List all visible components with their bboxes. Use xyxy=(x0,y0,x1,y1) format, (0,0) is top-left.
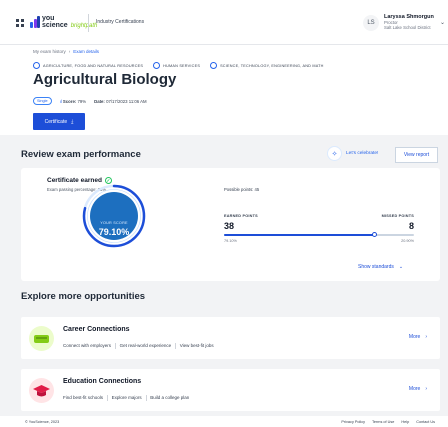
show-standards-button[interactable]: Show standards ⌄ xyxy=(358,264,403,270)
date-label: Date: xyxy=(94,98,105,104)
breadcrumb-current[interactable]: Exam details xyxy=(73,49,99,54)
career-clusters: AGRICULTURE, FOOD AND NATURAL RESOURCES … xyxy=(33,62,324,69)
certificate-button-label: Certificate xyxy=(44,118,68,125)
top-bar: you science brightpath Industry Certific… xyxy=(0,0,448,45)
breadcrumb-separator-icon: › xyxy=(68,49,71,54)
score-gauge xyxy=(82,184,146,248)
user-menu[interactable]: Laryssa Shmorgun Proctor Salt Lake Schoo… xyxy=(384,14,434,30)
link-divider xyxy=(175,343,176,349)
earned-points-value: 38 xyxy=(224,221,235,231)
footer-links: Privacy Policy Terms of Use Help Contact… xyxy=(341,420,435,424)
link-divider xyxy=(115,343,116,349)
handshake-icon-graphic xyxy=(29,326,54,351)
logo-word2: science xyxy=(42,22,68,29)
people-icon xyxy=(153,62,161,69)
chart-icon: ıl xyxy=(59,98,62,104)
earned-percent: 79.10% xyxy=(224,239,237,243)
points-bar-fill xyxy=(224,234,375,236)
celebrate-label: Let's celebrate! xyxy=(346,151,379,156)
missed-points-label: MISSED POINTS xyxy=(381,214,414,218)
card-link[interactable]: Find best-fit schools xyxy=(63,395,103,401)
possible-points: Possible points: 45 xyxy=(224,187,260,192)
chevron-down-icon[interactable]: ⌄ xyxy=(440,19,445,26)
certificate-button[interactable]: Certificate ⤓ xyxy=(33,113,85,130)
earned-points-label: EARNED POINTS xyxy=(224,214,258,218)
card-link[interactable]: View best-fit jobs xyxy=(180,343,214,349)
cluster-tag: AGRICULTURE, FOOD AND NATURAL RESOURCES xyxy=(33,62,143,69)
score-meta: ıl Score: 79% xyxy=(60,99,87,104)
privacy-link[interactable]: Privacy Policy xyxy=(341,420,365,424)
cluster-label: AGRICULTURE, FOOD AND NATURAL RESOURCES xyxy=(43,63,144,68)
score-value: 79% xyxy=(77,98,87,104)
card-link[interactable]: Explore majors xyxy=(112,395,142,401)
copyright: © YouScience, 2023 xyxy=(25,420,60,424)
date-value: 07/17/2023 11:06 AM xyxy=(106,98,147,104)
certificate-earned: Certificate earned ✓ xyxy=(47,177,112,184)
explore-title: Explore more opportunities xyxy=(21,291,146,302)
leaf-icon xyxy=(33,62,40,69)
breadcrumb: My exam history › Exam details xyxy=(33,49,99,54)
more-button[interactable]: More › xyxy=(409,334,427,340)
cert-earned-label: Certificate earned xyxy=(47,177,102,184)
avatar[interactable]: LS xyxy=(363,15,379,31)
contact-link[interactable]: Contact Us xyxy=(416,420,435,424)
cluster-tag: HUMAN SERVICES xyxy=(153,62,200,69)
points-bar xyxy=(224,232,414,237)
cluster-label: SCIENCE, TECHNOLOGY, ENGINEERING, AND MA… xyxy=(220,63,324,68)
cluster-label: HUMAN SERVICES xyxy=(163,63,201,68)
chevron-down-icon: ⌄ xyxy=(398,264,404,270)
chevron-right-icon: › xyxy=(425,386,427,392)
score-value-big: 79.10% xyxy=(98,227,130,237)
card-links: Find best-fit schools Explore majors Bui… xyxy=(63,395,189,401)
logo-mark-icon xyxy=(30,16,40,28)
missed-points-value: 8 xyxy=(408,221,414,231)
cluster-tag: SCIENCE, TECHNOLOGY, ENGINEERING, AND MA… xyxy=(210,62,324,69)
breadcrumb-root[interactable]: My exam history xyxy=(33,49,66,54)
missed-percent: 20.90% xyxy=(401,239,414,243)
performance-card: Certificate earned ✓ Exam passing percen… xyxy=(21,168,440,281)
card-links: Connect with employers Get real-world ex… xyxy=(63,343,214,349)
logo-text: you science xyxy=(42,15,68,29)
check-circle-icon: ✓ xyxy=(104,177,112,184)
terms-link[interactable]: Terms of Use xyxy=(372,420,394,424)
more-label: More xyxy=(408,386,421,392)
more-label: More xyxy=(408,334,421,340)
exam-meta: Single ıl Score: 79% Date: 07/17/2023 11… xyxy=(33,97,147,105)
user-org: Salt Lake School District xyxy=(384,25,431,30)
attempt-badge: Single xyxy=(33,97,52,105)
header-divider xyxy=(88,14,89,32)
handshake-icon xyxy=(29,326,54,351)
card-title: Career Connections xyxy=(63,326,130,333)
logo-sub: brightpath xyxy=(70,23,98,29)
party-icon: ✧ xyxy=(327,146,342,161)
chevron-right-icon: › xyxy=(425,334,427,340)
graduation-cap-icon-graphic xyxy=(29,378,54,403)
date-meta: Date: 07/17/2023 11:06 AM xyxy=(94,99,147,104)
product-title: Industry Certifications xyxy=(96,19,145,25)
atom-icon xyxy=(210,62,218,69)
download-icon: ⤓ xyxy=(71,118,74,125)
apps-grid-icon[interactable] xyxy=(16,19,24,27)
score-caption: YOUR SCORE xyxy=(100,221,128,225)
page-title: Agricultural Biology xyxy=(33,71,177,88)
card-link[interactable]: Get real-world experience xyxy=(120,343,172,349)
help-link[interactable]: Help xyxy=(401,420,409,424)
show-standards-label: Show standards xyxy=(358,264,394,270)
score-label: Score: xyxy=(62,98,77,104)
link-divider xyxy=(107,395,108,401)
card-link[interactable]: Connect with employers xyxy=(63,343,111,349)
link-divider xyxy=(145,395,147,401)
card-title: Education Connections xyxy=(63,378,142,385)
footer: © YouScience, 2023 Privacy Policy Terms … xyxy=(0,416,448,427)
education-connections-card[interactable]: Education Connections Find best-fit scho… xyxy=(21,369,440,411)
celebrate-link[interactable]: ✧ Let's celebrate! xyxy=(327,146,378,161)
more-button[interactable]: More › xyxy=(409,386,427,392)
card-link[interactable]: Build a college plan xyxy=(150,395,189,401)
graduation-cap-icon xyxy=(29,378,54,403)
logo-word: you xyxy=(42,15,55,22)
points-bar-knob xyxy=(371,232,377,237)
view-report-button[interactable]: View report xyxy=(395,147,438,163)
review-title: Review exam performance xyxy=(21,149,141,160)
career-connections-card[interactable]: Career Connections Connect with employer… xyxy=(21,317,440,359)
